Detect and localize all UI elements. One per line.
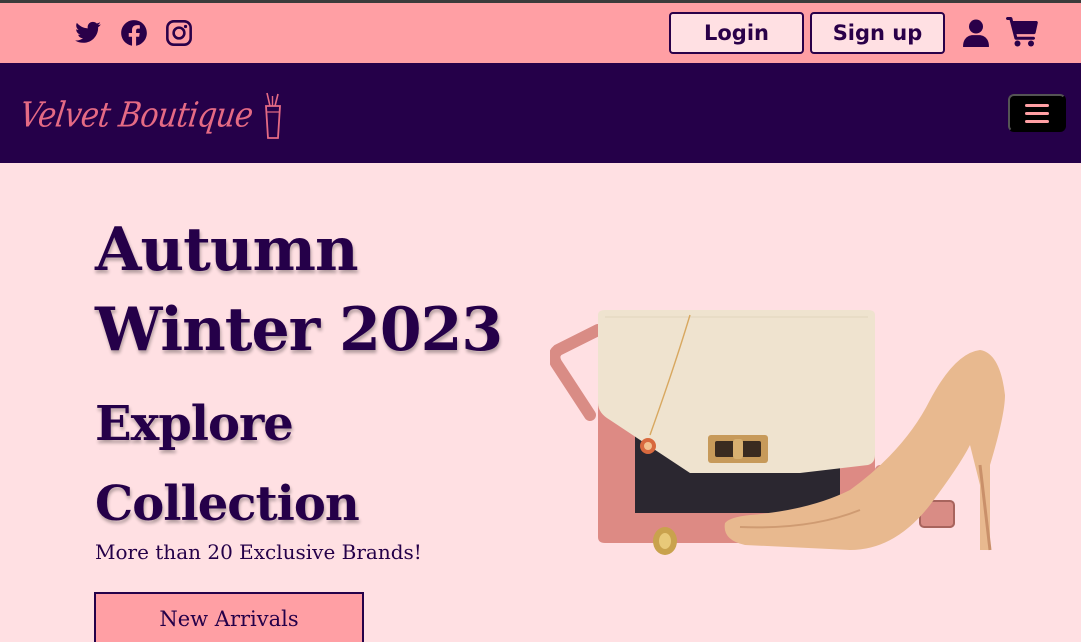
signup-button[interactable]: Sign up	[810, 12, 945, 54]
hamburger-line	[1025, 111, 1049, 115]
facebook-icon[interactable]	[120, 19, 148, 47]
hero-subtitle: Explore Collection	[95, 384, 555, 544]
hamburger-line	[1025, 119, 1049, 123]
hero-tagline: More than 20 Exclusive Brands!	[95, 540, 422, 564]
new-arrivals-button[interactable]: New Arrivals	[94, 592, 364, 642]
menu-toggle-button[interactable]	[1008, 94, 1066, 132]
login-button[interactable]: Login	[669, 12, 804, 54]
cart-icon[interactable]	[1006, 17, 1038, 47]
glass-icon	[262, 90, 284, 140]
logo-text: Velvet Boutique	[17, 94, 256, 136]
hero-title-line1: Autumn	[95, 215, 359, 285]
instagram-icon[interactable]	[165, 19, 193, 47]
hero-subtitle-line1: Explore	[95, 396, 294, 452]
top-bar: Login Sign up	[0, 3, 1081, 63]
hamburger-line	[1025, 103, 1049, 107]
user-icon[interactable]	[963, 19, 989, 47]
hero-title: Autumn Winter 2023	[95, 210, 555, 370]
hero-title-line2: Winter 2023	[95, 295, 503, 365]
brand-logo[interactable]: Velvet Boutique	[17, 85, 284, 145]
twitter-icon[interactable]	[74, 19, 102, 47]
hero-product-image	[550, 305, 1020, 565]
hero-subtitle-line2: Collection	[95, 476, 360, 532]
